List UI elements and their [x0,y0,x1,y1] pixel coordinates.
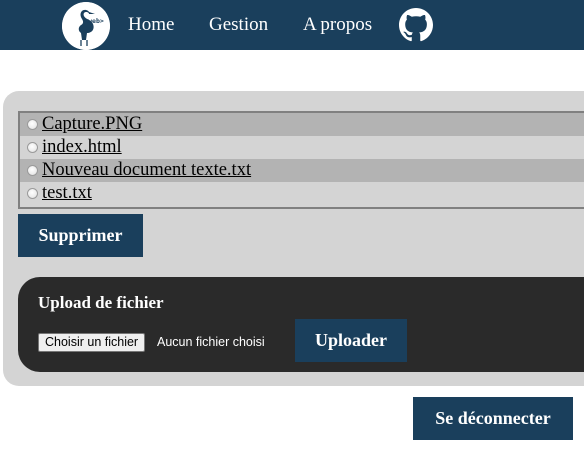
file-link[interactable]: test.txt [42,183,92,204]
nav-a-propos[interactable]: A propos [303,14,372,36]
file-radio[interactable] [27,188,38,199]
no-file-label: Aucun fichier choisi [157,335,265,349]
upload-title: Upload de fichier [38,293,164,312]
file-link[interactable]: Nouveau document texte.txt [42,160,251,181]
upload-button[interactable]: Uploader [295,319,407,362]
heron-logo-icon: <web> [62,2,110,50]
logo-text: <web> [84,17,104,25]
delete-button[interactable]: Supprimer [18,214,143,257]
file-row[interactable]: Nouveau document texte.txt [20,159,584,182]
navbar: <web> Home Gestion A propos [0,0,584,50]
file-row[interactable]: index.html [20,136,584,159]
github-icon[interactable] [399,8,433,42]
nav-home[interactable]: Home [128,14,174,36]
logo[interactable]: <web> [62,2,110,50]
choose-file-button[interactable]: Choisir un fichier [38,333,146,352]
file-radio[interactable] [27,119,38,130]
file-list: Capture.PNG index.html Nouveau document … [18,111,584,209]
file-radio[interactable] [27,142,38,153]
file-row[interactable]: Capture.PNG [20,113,584,136]
file-link[interactable]: index.html [42,137,122,158]
nav-gestion[interactable]: Gestion [209,14,268,36]
file-link[interactable]: Capture.PNG [42,114,142,135]
file-row[interactable]: test.txt [20,182,584,205]
file-radio[interactable] [27,165,38,176]
logout-button[interactable]: Se déconnecter [413,397,573,440]
